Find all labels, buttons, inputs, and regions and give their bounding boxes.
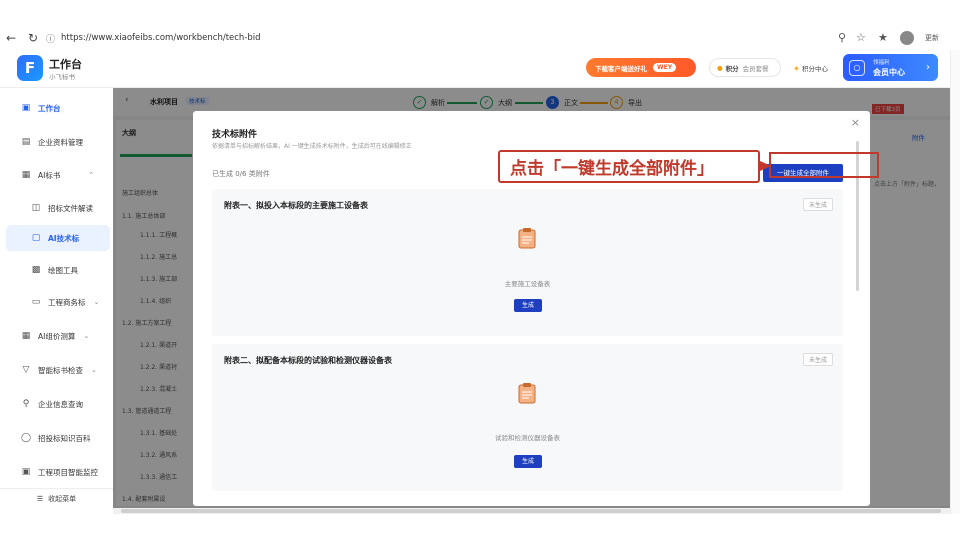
file-icon: ▢ [31, 233, 41, 243]
generate-button[interactable]: 生成 [514, 299, 542, 312]
gift-icon: ◈ [794, 63, 799, 72]
annotation-callout: 点击「一键生成全部附件」 [498, 150, 760, 183]
generate-button[interactable]: 生成 [514, 455, 542, 468]
card-label: 试验和检测仪器设备表 [495, 434, 560, 442]
url-text: https://www.xiaofeibs.com/workbench/tech… [61, 33, 261, 43]
card-title: 附表一、拟投入本标段的主要施工设备表 [224, 201, 368, 210]
monitor-icon: ▣ [21, 103, 31, 113]
card-title: 附表二、拟配备本标段的试验和检测仪器设备表 [224, 356, 392, 365]
modal-description: 依据清单与招标解析结果，AI 一键生成技术标附件，生成后可在线编辑修正 [212, 143, 412, 150]
attachment-card: 附表一、拟投入本标段的主要施工设备表 未生成 主要施工设备表 生成 [212, 189, 843, 336]
favorites-icon[interactable]: ★ [878, 29, 888, 47]
address-bar[interactable]: ⓘ https://www.xiaofeibs.com/workbench/te… [46, 29, 836, 47]
sidebar-item-label: 智能标书检查 [38, 365, 83, 375]
bookmark-star-icon[interactable]: ☆ [856, 29, 866, 47]
back-icon[interactable]: ← [6, 29, 16, 47]
book-icon: ◫ [31, 203, 41, 213]
chevron-down-icon: ⌄ [91, 366, 97, 374]
sidebar-item-label: AI标书 [38, 170, 61, 180]
sidebar-item-project-monitor[interactable]: ▣ 工程项目智能监控 [20, 464, 98, 480]
clipboard-icon [518, 383, 536, 404]
balance-label: 积分 [725, 64, 739, 73]
collapse-label: 收起菜单 [48, 494, 77, 503]
horizontal-scrollbar[interactable] [113, 508, 950, 514]
zoom-icon[interactable]: ⚲ [838, 29, 846, 47]
close-icon[interactable]: × [851, 116, 860, 129]
app-title: 工作台 [49, 58, 82, 71]
points-center-label: 积分中心 [802, 64, 828, 73]
sidebar-item-label: 工程项目智能监控 [38, 467, 98, 477]
download-promo-button[interactable]: 下载客户端送好礼 WEY [586, 58, 696, 77]
balance-pill[interactable]: ● 积分 会员套餐 [709, 58, 781, 77]
profile-avatar-icon[interactable] [900, 31, 914, 45]
vip-label: 会员中心 [873, 67, 905, 77]
sidebar-item-tender-reading[interactable]: ◫ 招标文件解读 [30, 200, 93, 216]
menu-icon: ☰ [36, 494, 44, 503]
sidebar-item-label: 工作台 [38, 103, 61, 113]
vip-icon: ○ [849, 59, 865, 76]
chevron-down-icon: ⌄ [83, 332, 90, 340]
sidebar-item-drawing-tool[interactable]: ▩ 绘图工具 [30, 262, 78, 278]
collapse-menu-button[interactable]: ☰ 收起菜单 [0, 488, 113, 508]
vip-small-label: 领福利 [873, 59, 890, 66]
reload-icon[interactable]: ↻ [28, 29, 38, 47]
sidebar-item-label: AI组价测算 [38, 331, 76, 341]
sidebar-item-ai-bid[interactable]: ▦ AI标书 ⌃ [20, 167, 94, 183]
sidebar-item-ai-tech-bid[interactable]: ▢ AI技术标 [30, 230, 79, 246]
sidebar-item-label: 企业资料管理 [38, 137, 83, 147]
chevron-up-icon: ⌃ [88, 171, 95, 179]
browser-toolbar: ← ↻ ⓘ https://www.xiaofeibs.com/workbenc… [0, 27, 960, 49]
sidebar-item-workbench[interactable]: ▣ 工作台 [20, 100, 61, 116]
points-center-link[interactable]: ◈ 积分中心 [787, 58, 837, 77]
chat-icon: ◯ [20, 433, 32, 443]
sidebar-item-bid-check[interactable]: ▽ 智能标书检查 ⌄ [20, 362, 97, 378]
chevron-right-icon: › [926, 62, 930, 73]
clipboard-icon [518, 228, 536, 249]
sidebar-item-company-data[interactable]: ▤ 企业资料管理 [20, 134, 83, 150]
annotation-highlight [769, 152, 879, 178]
sidebar-item-label: 工程商务标 [48, 297, 86, 307]
filter-icon: ▽ [22, 365, 30, 375]
briefcase-icon: ▤ [21, 137, 31, 147]
document-icon: ▦ [21, 170, 31, 180]
coin-icon: ● [717, 63, 723, 72]
attachment-card: 附表二、拟配备本标段的试验和检测仪器设备表 未生成 试验和检测仪器设备表 生成 [212, 344, 843, 491]
app-subtitle: 小飞标书 [49, 73, 75, 81]
status-badge: 未生成 [802, 198, 833, 211]
page-scrollbar[interactable] [950, 50, 960, 514]
sidebar-item-label: 招标文件解读 [48, 203, 93, 213]
sidebar-item-label: 企业信息查询 [38, 399, 83, 409]
balance-value: 会员套餐 [742, 64, 769, 73]
sidebar-item-label: AI技术标 [48, 233, 80, 243]
sidebar-item-commercial-bid[interactable]: ▭ 工程商务标 ⌄ [30, 294, 100, 310]
generation-status: 已生成 0/6 类附件 [212, 170, 270, 178]
folder-icon: ▭ [31, 297, 41, 307]
promo-text: 下载客户端送好礼 [595, 64, 647, 73]
promo-tag: WEY [653, 63, 677, 72]
calculator-icon: ▦ [21, 331, 31, 341]
site-info-icon[interactable]: ⓘ [46, 32, 55, 45]
modal-title: 技术标附件 [212, 130, 258, 140]
search-icon: ⚲ [22, 399, 30, 409]
sidebar-item-company-query[interactable]: ⚲ 企业信息查询 [20, 396, 83, 412]
logo-icon: F [17, 55, 43, 81]
monitor-icon: ▣ [21, 467, 31, 477]
vip-center-button[interactable]: ○ 领福利 会员中心 › [843, 54, 938, 81]
sidebar-item-label: 绘图工具 [48, 265, 78, 275]
card-label: 主要施工设备表 [504, 280, 551, 288]
sidebar-item-ai-pricing[interactable]: ▦ AI组价测算 ⌄ [20, 328, 89, 344]
status-badge: 未生成 [802, 353, 833, 366]
update-button[interactable]: 更新 [925, 29, 939, 47]
chevron-down-icon: ⌄ [93, 298, 100, 306]
sidebar-item-label: 招投标知识百科 [38, 433, 91, 443]
sidebar-item-knowledge[interactable]: ◯ 招投标知识百科 [20, 430, 91, 446]
image-icon: ▩ [31, 265, 41, 275]
